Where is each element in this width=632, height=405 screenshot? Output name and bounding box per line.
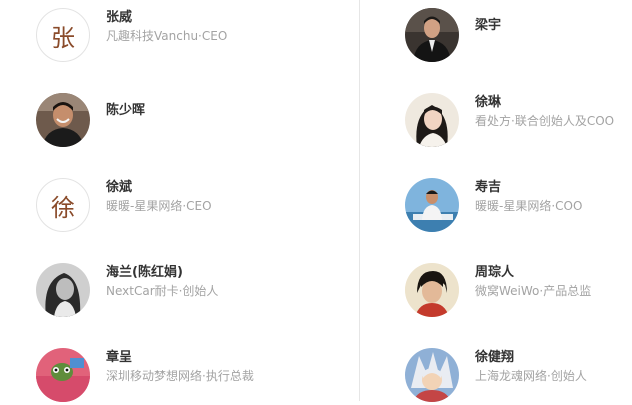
person-name[interactable]: 徐斌	[106, 180, 212, 196]
person-name[interactable]: 海兰(陈红娟)	[106, 265, 218, 281]
person-name[interactable]: 张威	[106, 10, 227, 26]
avatar[interactable]: 徐	[36, 178, 90, 232]
avatar-initial: 张	[51, 23, 75, 52]
person-title: 看处方·联合创始人及COO	[475, 113, 615, 128]
person-title: 微窝WeiWo·产品总监	[475, 283, 592, 298]
person-card-zhang-wei[interactable]: 张 张威 凡趣科技Vanchu·CEO	[36, 5, 227, 65]
person-card-shou-ji[interactable]: 寿吉 暖暖-星果网络·COO	[405, 175, 582, 235]
portrait-photo-icon[interactable]	[36, 263, 90, 317]
portrait-photo-icon[interactable]	[405, 348, 459, 402]
person-card-xu-jianxiang[interactable]: 徐健翔 上海龙魂网络·创始人	[405, 345, 587, 405]
person-name[interactable]: 章呈	[106, 350, 254, 366]
person-title: 深圳移动梦想网络·执行总裁	[106, 368, 254, 383]
person-name[interactable]: 陈少晖	[106, 103, 145, 119]
person-title: 暖暖-星果网络·CEO	[106, 198, 212, 213]
column-divider	[359, 0, 360, 401]
avatar[interactable]: 张	[36, 8, 90, 62]
portrait-photo-icon[interactable]	[36, 93, 90, 147]
person-card-zhou-congren[interactable]: 周琮人 微窝WeiWo·产品总监	[405, 260, 591, 320]
person-card-xu-lin[interactable]: 徐琳 看处方·联合创始人及COO	[405, 90, 614, 150]
person-title: 暖暖-星果网络·COO	[475, 198, 583, 213]
person-name[interactable]: 徐健翔	[475, 350, 587, 366]
person-card-liang-yu[interactable]: 梁宇	[405, 5, 501, 65]
person-card-xu-bin[interactable]: 徐 徐斌 暖暖-星果网络·CEO	[36, 175, 212, 235]
person-card-zhang-cheng[interactable]: 章呈 深圳移动梦想网络·执行总裁	[36, 345, 254, 405]
person-name[interactable]: 徐琳	[475, 95, 614, 111]
person-name[interactable]: 寿吉	[475, 180, 582, 196]
person-card-chen-shaohui[interactable]: 陈少晖	[36, 90, 145, 150]
portrait-photo-icon[interactable]	[405, 93, 459, 147]
portrait-photo-icon[interactable]	[405, 178, 459, 232]
person-title: 上海龙魂网络·创始人	[475, 368, 587, 383]
person-name[interactable]: 梁宇	[475, 18, 501, 34]
portrait-photo-icon[interactable]	[405, 263, 459, 317]
person-title: NextCar耐卡·创始人	[106, 283, 219, 298]
person-card-hai-lan[interactable]: 海兰(陈红娟) NextCar耐卡·创始人	[36, 260, 218, 320]
person-title: 凡趣科技Vanchu·CEO	[106, 28, 228, 43]
portrait-photo-icon[interactable]	[405, 8, 459, 62]
person-name[interactable]: 周琮人	[475, 265, 591, 281]
portrait-photo-icon[interactable]	[36, 348, 90, 402]
avatar-initial: 徐	[51, 193, 75, 222]
